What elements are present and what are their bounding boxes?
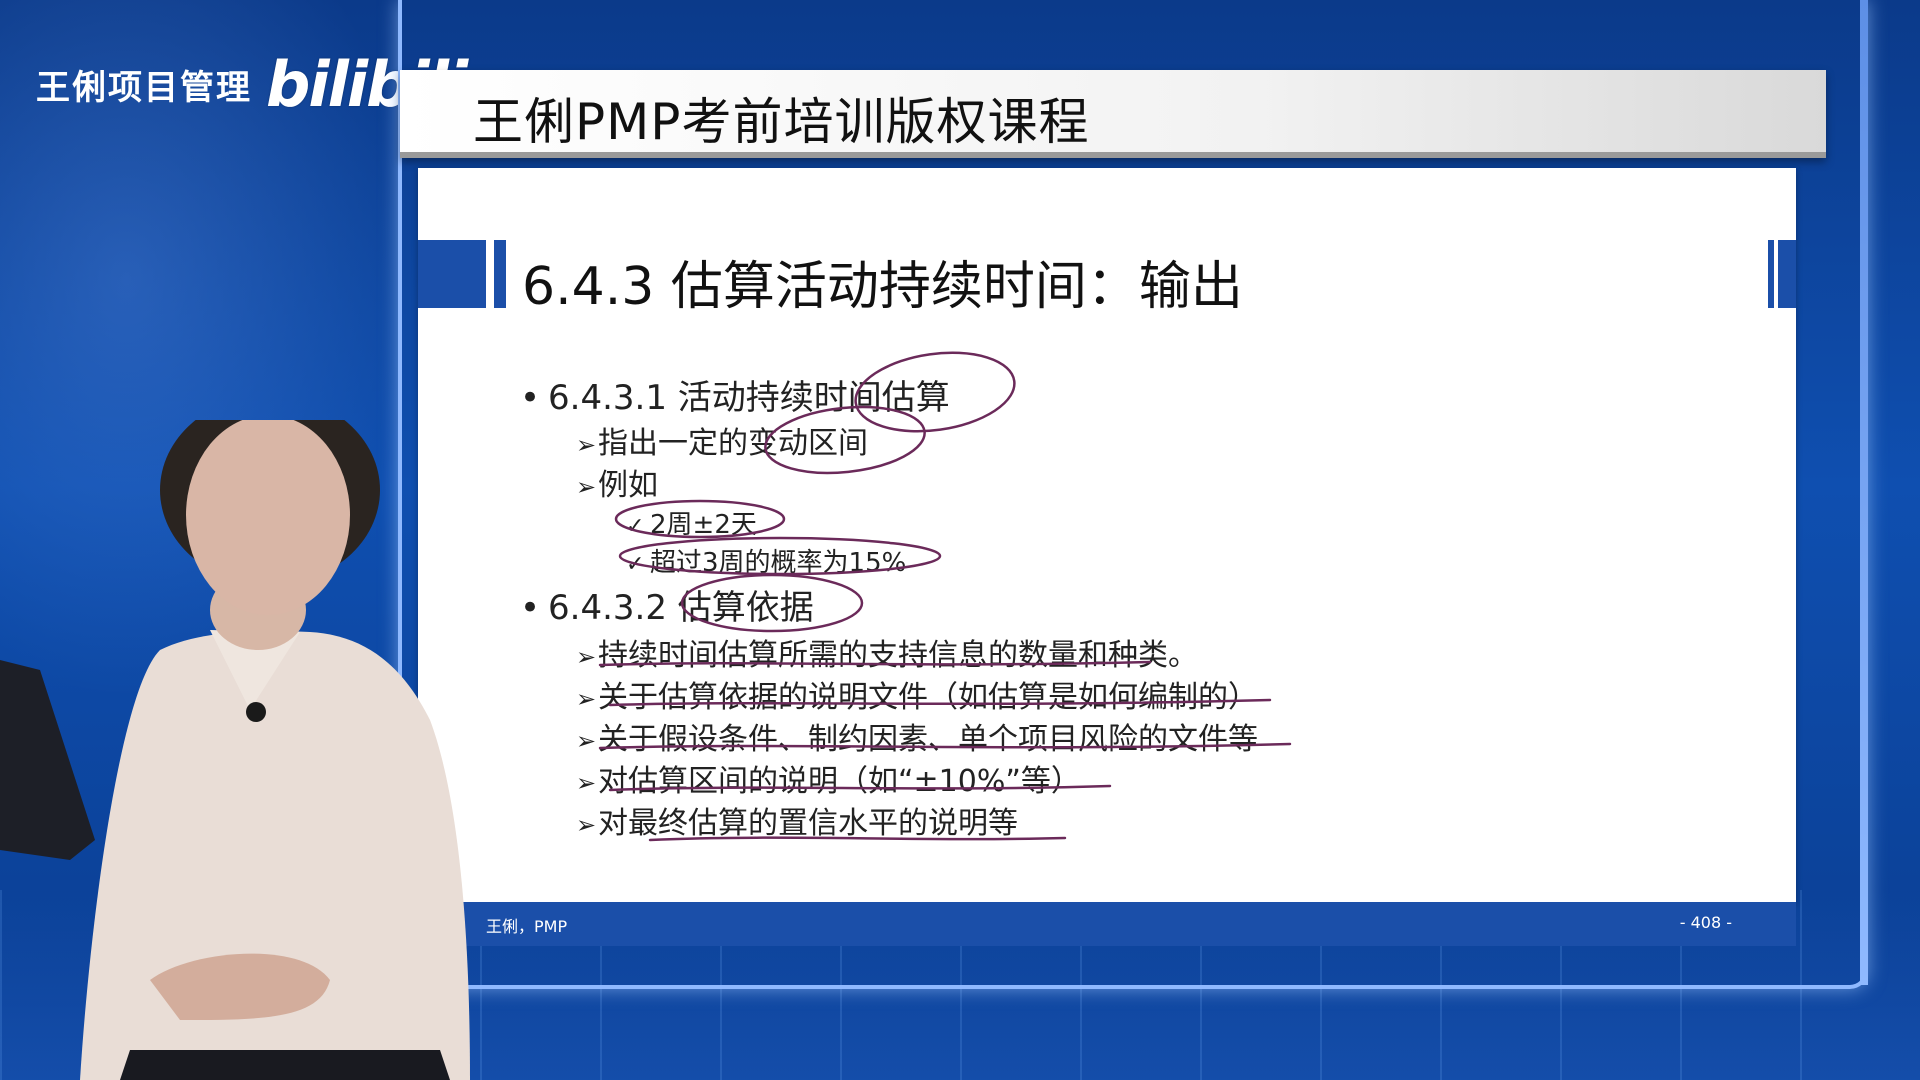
title-accent-block — [418, 240, 486, 308]
list-item-level2: ➢持续时间估算所需的支持信息的数量和种类。 — [576, 630, 1198, 674]
list-item-level2: ➢指出一定的变动区间 — [576, 418, 868, 462]
presenter-figure — [0, 420, 470, 1080]
item-label: 指出一定的变动区间 — [598, 426, 868, 461]
item-label: 2周±2天 — [650, 510, 757, 540]
item-label: 超过3周的概率为15% — [650, 548, 907, 578]
arrow-bullet-icon: ➢ — [576, 769, 597, 797]
list-item-level2: ➢关于假设条件、制约因素、单个项目风险的文件等 — [576, 714, 1258, 758]
list-item-level3: ✓ 超过3周的概率为15% — [626, 542, 906, 579]
title-accent-bar — [494, 240, 506, 308]
arrow-bullet-icon: ➢ — [576, 685, 597, 713]
channel-name: 王俐项目管理 — [36, 68, 252, 108]
item-label: 6.4.3.2 估算依据 — [548, 588, 814, 628]
item-label: 对估算区间的说明（如“±10%”等） — [598, 764, 1081, 799]
slide-footer: 王俐，PMP - 408 - — [418, 902, 1796, 946]
presenter-dark-edge — [0, 660, 95, 860]
course-title: 王俐PMP考前培训版权课程 — [473, 93, 1090, 151]
arrow-bullet-icon: ➢ — [576, 643, 597, 671]
item-label: 对最终估算的置信水平的说明等 — [598, 806, 1018, 841]
page-number: - 408 - — [1679, 913, 1732, 932]
item-label: 例如 — [598, 468, 658, 503]
item-label: 关于估算依据的说明文件（如估算是如何编制的） — [598, 680, 1258, 715]
check-icon: ✓ — [626, 552, 645, 577]
bullet-icon: • — [520, 588, 541, 628]
screen-frame-rail — [1860, 0, 1868, 985]
arrow-bullet-icon: ➢ — [576, 727, 597, 755]
list-item-level1: • 6.4.3.2 估算依据 — [520, 580, 814, 629]
list-item-level2: ➢关于估算依据的说明文件（如估算是如何编制的） — [576, 672, 1258, 716]
presenter-microphone — [246, 702, 266, 722]
list-item-level1: • 6.4.3.1 活动持续时间估算 — [520, 370, 950, 419]
section-title: 6.4.3 估算活动持续时间：输出 — [522, 257, 1243, 317]
course-title-bar: 王俐PMP考前培训版权课程 — [400, 70, 1826, 158]
list-item-level2: ➢对最终估算的置信水平的说明等 — [576, 798, 1018, 842]
arrow-bullet-icon: ➢ — [576, 811, 597, 839]
arrow-bullet-icon: ➢ — [576, 431, 597, 459]
item-label: 6.4.3.1 活动持续时间估算 — [548, 378, 950, 418]
presenter-skirt — [120, 1050, 450, 1080]
list-item-level2: ➢对估算区间的说明（如“±10%”等） — [576, 756, 1081, 800]
arrow-bullet-icon: ➢ — [576, 473, 597, 501]
presenter-face — [186, 420, 350, 615]
list-item-level3: ✓ 2周±2天 — [626, 504, 757, 541]
list-item-level2: ➢例如 — [576, 460, 658, 504]
title-accent-right-thin — [1768, 240, 1774, 308]
title-accent-right — [1778, 240, 1796, 308]
item-label: 持续时间估算所需的支持信息的数量和种类。 — [598, 638, 1198, 673]
item-label: 关于假设条件、制约因素、单个项目风险的文件等 — [598, 722, 1258, 757]
check-icon: ✓ — [626, 514, 645, 539]
bullet-icon: • — [520, 378, 541, 418]
